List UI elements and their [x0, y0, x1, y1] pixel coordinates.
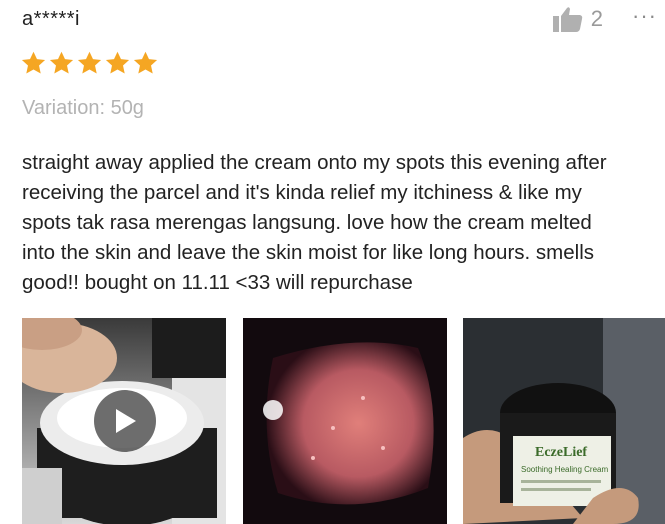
review-card: a*****i 2 ··· Variation: 50g straight aw…	[0, 0, 665, 524]
rating-stars	[20, 50, 159, 77]
thumbs-up-icon	[552, 6, 583, 32]
product-brand-label: EczeLief	[535, 445, 587, 460]
product-subtitle-label: Soothing Healing Cream	[521, 465, 608, 474]
review-comment: straight away applied the cream onto my …	[22, 151, 607, 294]
video-thumbnail[interactable]	[22, 318, 226, 524]
star-icon	[49, 51, 74, 74]
reviewer-username: a*****i	[22, 8, 80, 30]
play-icon[interactable]	[94, 390, 156, 452]
like-count: 2	[590, 6, 603, 31]
star-icon	[133, 51, 158, 74]
star-icon	[105, 51, 130, 74]
more-icon[interactable]: ···	[632, 4, 657, 28]
review-photo[interactable]	[243, 318, 447, 524]
variation-label: Variation: 50g	[22, 97, 144, 119]
star-icon	[21, 51, 46, 74]
like-button[interactable]: 2	[552, 6, 603, 32]
star-icon	[77, 51, 102, 74]
product-photo[interactable]: EczeLief Soothing Healing Cream	[463, 318, 665, 524]
